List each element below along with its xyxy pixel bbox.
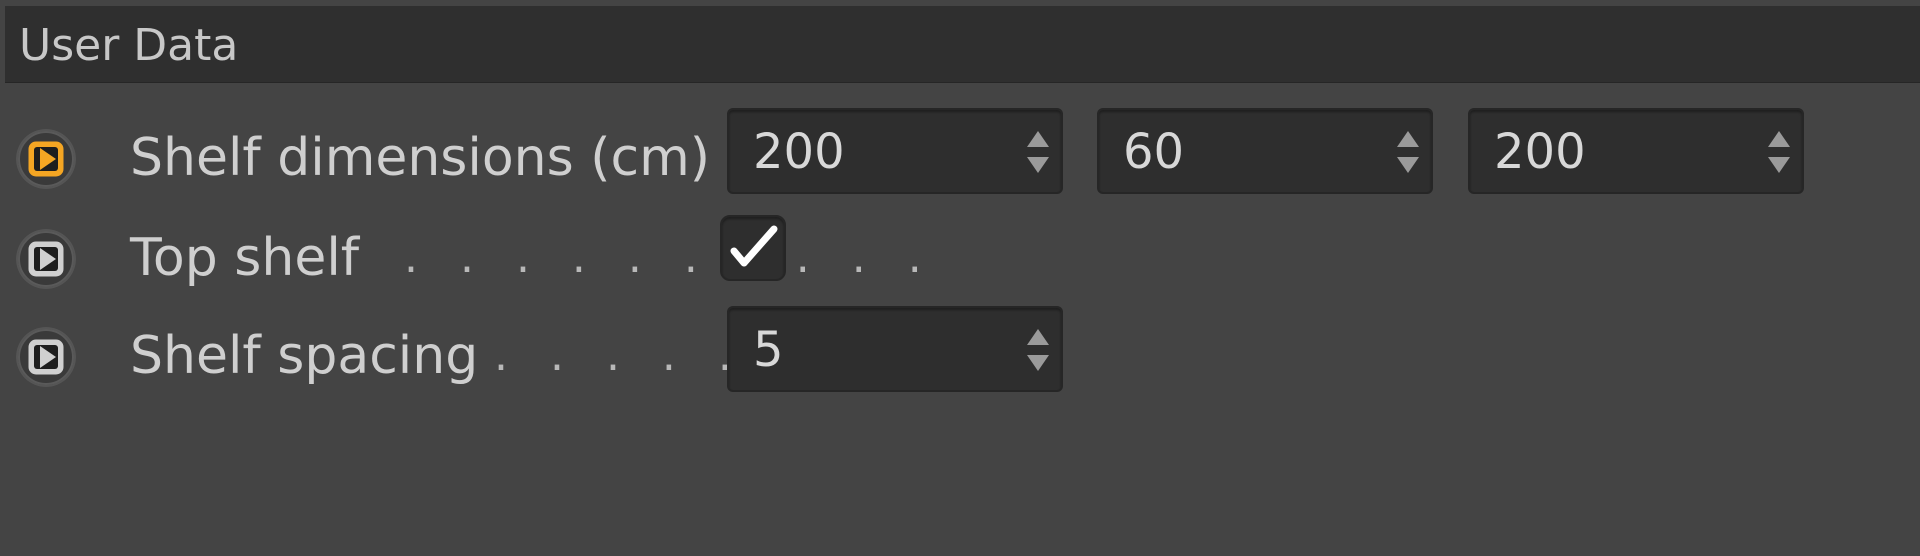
up-down-arrows-icon[interactable] xyxy=(1764,128,1794,176)
shelf-width-value: 200 xyxy=(753,124,845,180)
param-row-shelf-spacing: Shelf spacing . . . . . . . 5 xyxy=(0,306,1920,398)
animation-keyframe-icon[interactable] xyxy=(16,327,76,387)
shelf-width-field[interactable]: 200 xyxy=(727,108,1063,194)
top-shelf-checkbox[interactable] xyxy=(720,215,786,281)
up-down-arrows-icon[interactable] xyxy=(1023,128,1053,176)
shelf-spacing-field[interactable]: 5 xyxy=(727,306,1063,392)
section-title: User Data xyxy=(19,20,239,71)
section-header[interactable]: User Data xyxy=(5,6,1920,83)
param-label-shelf-spacing: Shelf spacing xyxy=(130,326,479,386)
up-down-arrows-icon[interactable] xyxy=(1023,326,1053,374)
param-label-shelf-dimensions: Shelf dimensions (cm) xyxy=(130,128,711,188)
up-down-arrows-icon[interactable] xyxy=(1393,128,1423,176)
checkmark-icon xyxy=(730,225,778,267)
param-label-top-shelf: Top shelf xyxy=(130,228,360,288)
shelf-depth-field[interactable]: 60 xyxy=(1097,108,1433,194)
shelf-depth-value: 60 xyxy=(1123,124,1185,180)
shelf-spacing-value: 5 xyxy=(753,322,784,378)
param-row-top-shelf: Top shelf . . . . . . . . . . xyxy=(0,208,1920,300)
attribute-manager-panel: User Data Shelf dimensions (cm) 200 60 2… xyxy=(0,0,1920,556)
animation-keyframe-icon[interactable] xyxy=(16,229,76,289)
animation-keyframe-icon[interactable] xyxy=(16,129,76,189)
shelf-height-field[interactable]: 200 xyxy=(1468,108,1804,194)
shelf-height-value: 200 xyxy=(1494,124,1586,180)
label-leader-dots: . . . . . . . . . . xyxy=(404,232,936,283)
param-row-shelf-dimensions: Shelf dimensions (cm) 200 60 200 xyxy=(0,108,1920,200)
